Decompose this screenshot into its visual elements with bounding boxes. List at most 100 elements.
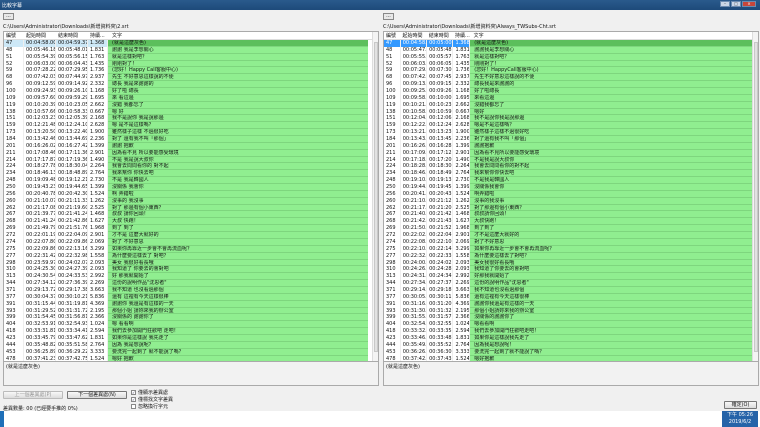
table-row[interactable]: 39300:31:29.52800:31:31.7232.195那個小姐 請妳來… [4,307,378,315]
table-row[interactable]: 18400:13:42.46200:13:44.6982.236對了 還有我不叫… [4,136,378,143]
table-row[interactable]: 26900:21:50.65200:21:52.6201.968到了到了 [384,225,758,233]
col-text[interactable]: 文字 [108,32,368,39]
table-row[interactable]: 29800:24:00.83900:24:02.9322.093美女我很好看長哦 [384,259,758,267]
col-number[interactable]: 編號 [4,32,24,39]
table-row[interactable]: 39100:31:15.44700:31:19.8164.369謝謝你 我還是有… [4,300,378,308]
table-row[interactable]: 40400:32:53.91200:32:54.9361.024嗯 看看啊 [4,321,378,329]
table-row[interactable]: 27400:22:07.80000:22:09.8692.069對了 不好意思 [4,238,378,246]
table-row[interactable]: 25000:19:44.11600:19:45.5151.399沒關係我會你 [384,184,758,191]
table-row[interactable]: 10000:09:25.79800:09:26.9661.168好了啦總長 [384,88,758,95]
table-row[interactable]: 21400:17:18.73700:17:20.2271.490不是我是說大叔你 [384,156,758,164]
table-row[interactable]: 5200:06:03.00300:06:04.4381.435剛剛對了！ [4,60,378,68]
table-row[interactable]: 26700:21:40.63200:21:42.1001.468叔叔請你回頭！ [384,211,758,219]
previous-difference-button[interactable]: 上一個差異處(P) [3,391,63,399]
table-row[interactable]: 25600:20:41.64000:20:43.1641.524啊弄錯啦 [384,190,758,198]
table-row[interactable]: 44400:35:48.82000:35:51.5842.764因為 我是想說呢… [4,341,378,349]
scroll-thumb[interactable] [374,42,378,352]
table-row[interactable]: 26800:21:41.24000:21:42.8671.627大叔 快跑！ [4,218,378,226]
left-scrollbar[interactable] [372,32,378,379]
table-row[interactable]: 25600:20:40.78000:20:42.3041.524啊 弄錯啦 [4,190,378,198]
table-row[interactable]: 5900:07:28.22100:07:29.9571.736(您好！Happy… [4,67,378,75]
table-row[interactable]: 4700:04:58.00500:04:59.3731.368(就是這麼灰色) [4,40,378,47]
table-row[interactable]: 26900:21:49.79200:21:51.7601.968到了 到了 [4,225,378,233]
browse-left-button[interactable]: ... [3,13,14,20]
table-row[interactable]: 9600:09:12.59200:09:14.9242.332總長 我是來謝謝的 [4,81,378,89]
table-row[interactable]: 17300:13:20.50700:13:22.4071.900雖然樣子這樣 不… [4,129,378,137]
table-row[interactable]: 10900:09:58.46400:10:00.1591.695來看這邊 [384,94,758,102]
minimize-button[interactable]: – [720,1,730,7]
table-row[interactable]: 34400:27:34.12800:27:36.3952.269這份的說明作品"… [4,280,378,287]
table-row[interactable]: 41800:33:31.81600:33:34.4102.594我們去參加開門狂… [4,328,378,335]
table-row[interactable]: 39900:31:54.45300:31:56.8192.366沒關係的 謝謝你… [4,314,378,322]
table-row[interactable]: 39900:31:55.31300:31:57.6792.366沒關係的謝謝你了 [384,314,758,322]
table-row[interactable]: 41800:33:32.67600:33:35.2702.594我們去參加開門狂… [384,328,758,335]
option-text-differences-only[interactable]: ✓ 僅標找文字差異 [131,396,173,403]
table-row[interactable]: 27700:22:31.42400:22:32.9821.558為什麼要這樣去了… [4,252,378,260]
col-end[interactable]: 結束時間 [427,32,453,39]
table-row[interactable]: 37700:30:04.37600:30:10.2125.836還有 這裡有今天… [4,293,378,301]
table-row[interactable]: 4700:04:58.86500:05:00.2331.368(就是這麼灰色) [384,40,758,47]
col-start[interactable]: 起始時間 [401,32,427,39]
next-difference-button[interactable]: 下一個差異處(N) [67,391,127,399]
table-row[interactable]: 21100:17:08.46800:17:11.3692.901因為看不見 所以… [4,149,378,157]
right-subtitle-table[interactable]: 編號 起始時間 結束時間 持續... 文字 4700:04:58.86500:0… [383,31,759,380]
close-button[interactable]: × [742,1,756,7]
table-row[interactable]: 4800:05:47.04600:05:48.8771.831謝謝我是李想關心 [384,46,758,54]
table-row[interactable]: 5100:05:55.25400:05:57.0171.763就是這樣對吧？ [384,53,758,61]
checkbox[interactable] [131,404,136,409]
table-row[interactable]: 24800:19:10.34900:19:13.0792.730不是我是韓國人 [384,177,758,185]
table-row[interactable]: 27400:22:08.66000:22:10.7292.069對了不好意思 [384,238,758,246]
table-row[interactable]: 27200:22:02.05400:22:04.9552.901才不是這麼大就好… [384,232,758,239]
table-row[interactable]: 26800:21:42.10000:21:43.7271.627大叔快跑！ [384,218,758,226]
table-row[interactable]: 13800:10:57.66400:10:58.3310.667嗯 好 [4,108,378,116]
col-duration[interactable]: 持續... [88,32,108,39]
table-row[interactable]: 26000:21:10.93600:21:12.1981.262沒事的我沒事 [384,197,758,205]
table-row[interactable]: 26700:21:39.77200:21:41.2401.468叔叔 請你回頭！ [4,211,378,219]
table-row[interactable]: 42300:33:45.79700:33:47.6281.831如果你是這樣說 … [4,334,378,342]
col-start[interactable]: 起始時間 [24,32,56,39]
table-row[interactable]: 5200:06:03.86300:06:05.2981.435剛剛對了！ [384,60,758,68]
table-row[interactable]: 34400:27:34.98800:27:37.2552.269這份的說明作品"… [384,280,758,287]
table-row[interactable]: 39100:31:16.30700:31:20.6764.369謝謝你我還是有這… [384,300,758,308]
table-row[interactable]: 45300:36:25.89100:36:29.2243.333要洗完一起剩了 … [4,348,378,356]
table-row[interactable]: 37100:29:13.72600:29:17.3893.663我不知道 也沒看… [4,286,378,294]
table-row[interactable]: 44400:35:49.68000:35:52.4442.764因為我是想說呢！ [384,341,758,349]
table-row[interactable]: 9600:09:13.45200:09:15.7842.332總長我是來謝謝的 [384,81,758,89]
table-row[interactable]: 24800:19:09.48900:19:12.2192.730不是 我是韓國人 [4,177,378,185]
table-row[interactable]: 31000:24:25.30400:24:27.3972.093我知道了 你要去… [4,266,378,274]
table-row[interactable]: 27700:22:32.28400:22:33.8421.558為什麼要這樣去了… [384,252,758,260]
left-text-preview[interactable]: (就是這麼灰色) [3,361,379,386]
table-row[interactable]: 6800:07:42.03500:07:44.9722.937先生 不好意思這樣… [4,74,378,82]
scroll-thumb[interactable] [754,42,758,352]
table-row[interactable]: 5100:05:54.39400:05:56.1571.763就是這樣對吧？ [4,53,378,61]
ok-button[interactable]: 確定(O) [724,401,757,409]
table-row[interactable]: 39300:31:30.38800:31:32.5832.195那個小姐請妳來我… [384,307,758,315]
start-button[interactable] [0,411,4,427]
browse-right-button[interactable]: ... [383,13,394,20]
system-clock[interactable]: 下午 05:26 2019/6/2 [722,411,758,427]
left-subtitle-table[interactable]: 編號 起始時間 結束時間 持續... 文字 4700:04:58.00500:0… [3,31,379,380]
table-row[interactable]: 29800:23:59.97900:24:02.0722.093美女 我很好看長… [4,259,378,267]
table-row[interactable]: 10000:09:24.93800:09:26.1061.168好了啦 總長 [4,88,378,95]
table-row[interactable]: 13800:10:58.52400:10:59.1910.667嗯好 [384,108,758,116]
table-row[interactable]: 6800:07:42.89500:07:45.8322.937先生不好意思這樣說… [384,74,758,82]
table-row[interactable]: 42300:33:46.65700:33:48.4881.831如果你是這樣說我… [384,334,758,342]
table-row[interactable]: 15100:12:04.09000:12:06.2582.168我不是說你我是說… [384,115,758,123]
checkbox[interactable]: ✓ [131,397,136,402]
table-row[interactable]: 31300:24:31.40300:24:34.3952.992好那我就開始了 [384,273,758,281]
checkbox[interactable]: ✓ [131,390,136,395]
table-row[interactable]: 18400:13:43.32200:13:45.5582.236對了還有我不叫「… [384,136,758,143]
option-show-differences-only[interactable]: ✓ 僅顯示差異處 [131,389,168,396]
table-row[interactable]: 21100:17:09.32800:17:12.2292.901因為看不見所以要… [384,149,758,157]
table-row[interactable]: 37100:29:14.58600:29:18.2493.663我不知道也沒看過… [384,286,758,294]
table-row[interactable]: 23400:18:46.99200:18:49.7562.764我來幫你你快去吧 [384,170,758,178]
option-ignore-line-breaks[interactable]: 忽略換行字元 [131,403,168,410]
table-row[interactable]: 26000:21:10.07600:21:11.3381.262沒事的 我沒事 [4,197,378,205]
table-row[interactable]: 15100:12:03.23000:12:05.3982.168我不是說你 我是… [4,115,378,123]
col-duration[interactable]: 持續... [453,32,470,39]
table-row[interactable]: 22400:18:28.64000:18:30.9042.264我會去問問看你的… [384,163,758,171]
table-row[interactable]: 11900:10:21.25300:10:23.9152.662沒錯我都忘了 [384,101,758,109]
table-row[interactable]: 45300:36:26.75100:36:30.0843.333要洗完一起剩了就… [384,348,758,356]
table-row[interactable]: 26200:21:17.08300:21:19.6082.525對了 那邊有個小… [4,204,378,212]
right-scrollbar[interactable] [752,32,758,379]
